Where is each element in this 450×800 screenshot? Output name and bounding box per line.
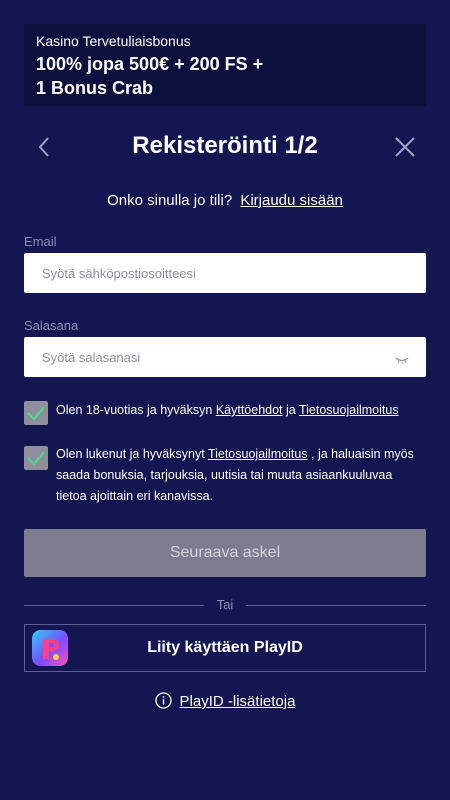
privacy-link[interactable]: Tietosuojailmoitus [299,403,399,417]
email-field[interactable] [40,264,410,282]
password-field-wrapper [24,337,426,377]
consent-terms-checkbox[interactable] [24,401,48,425]
playid-label: Liity käyttäen PlayID [147,639,303,656]
consent-terms-text-part: Olen 18-vuotias ja hyväksyn [56,403,216,417]
consent-marketing-text: Olen lukenut ja hyväksynyt Tietosuojailm… [56,444,418,507]
bonus-title-line2: 1 Bonus Crab [36,78,154,98]
eye-closed-icon[interactable] [394,352,410,364]
password-field[interactable] [40,348,394,366]
bonus-title: 100% jopa 500€ + 200 FS + 1 Bonus Crab [36,52,414,100]
registration-header: Rekisteröinti 1/2 [24,126,426,168]
playid-button[interactable]: Liity käyttäen PlayID [24,624,426,672]
consent-terms-text: Olen 18-vuotias ja hyväksyn Käyttöehdot … [56,400,418,421]
info-icon [154,692,172,713]
consent-marketing-text-part: Olen lukenut ja hyväksynyt [56,447,208,461]
bonus-title-line1: 100% jopa 500€ + 200 FS + [36,54,264,74]
next-step-button[interactable]: Seuraava askel [24,529,426,577]
playid-info-label: PlayID -lisätietoja [179,693,296,710]
login-prompt: Onko sinulla jo tili? Kirjaudu sisään [0,192,450,209]
consent-marketing-checkbox[interactable] [24,446,48,470]
close-icon[interactable] [392,134,418,160]
checkmark-icon [27,406,45,421]
login-question: Onko sinulla jo tili? [107,192,233,209]
divider-right [246,605,426,606]
email-field-wrapper [24,253,426,293]
bonus-subtitle: Kasino Tervetuliaisbonus [36,33,191,49]
email-label: Email [24,234,57,249]
terms-link[interactable]: Käyttöehdot [216,403,283,417]
password-label: Salasana [24,318,79,333]
login-link[interactable]: Kirjaudu sisään [240,192,343,209]
playid-info-link[interactable]: PlayID -lisätietoja [0,692,450,713]
privacy-link[interactable]: Tietosuojailmoitus [208,447,308,461]
consent-terms-text-join: ja [282,403,299,417]
bonus-banner: Kasino Tervetuliaisbonus 100% jopa 500€ … [24,24,426,106]
checkmark-icon [27,451,45,466]
page-title: Rekisteröinti 1/2 [132,132,318,159]
